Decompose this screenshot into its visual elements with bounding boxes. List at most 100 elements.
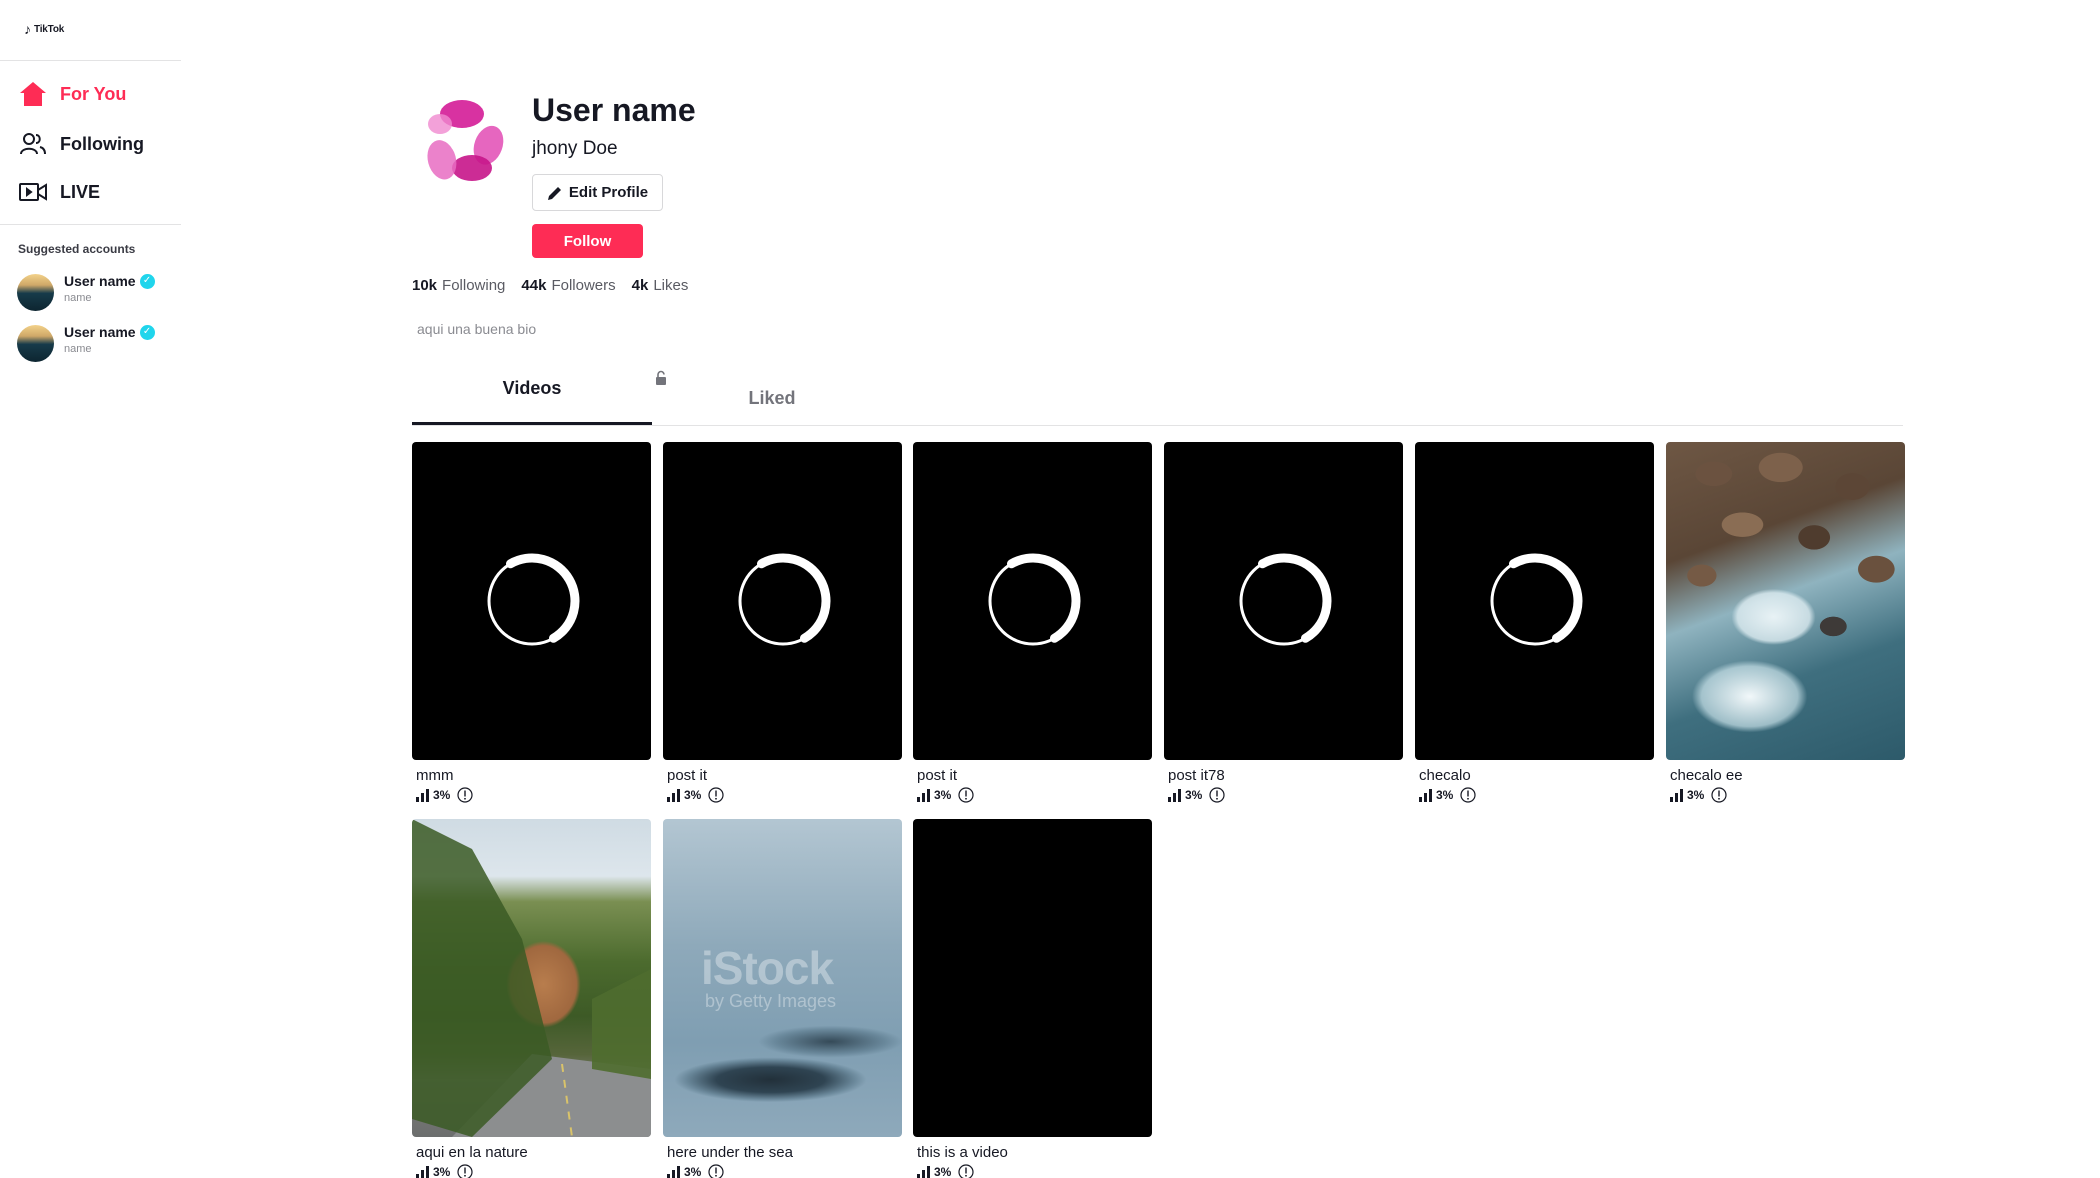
video-caption: here under the sea (667, 1144, 793, 1161)
views-bars-icon (667, 1165, 680, 1178)
video-thumbnail[interactable] (412, 819, 651, 1137)
image-watermark: iStock (701, 942, 834, 994)
video-caption: post it (667, 767, 708, 784)
info-icon[interactable] (708, 1164, 724, 1178)
suggested-account-handle: name (64, 292, 92, 304)
video-thumbnail[interactable] (913, 442, 1152, 760)
loading-spinner-icon (988, 553, 1080, 646)
info-icon[interactable] (708, 787, 724, 803)
nav-for-you-label: For You (60, 83, 127, 104)
profile-bio: aqui una buena bio (417, 321, 537, 337)
video-thumbnail[interactable] (913, 819, 1152, 1137)
stat-likes: 4k Likes (632, 277, 689, 294)
suggested-account[interactable]: User name ✓ name (17, 272, 155, 311)
video-caption: checalo ee (1670, 767, 1743, 784)
video-card[interactable]: this is a video 3% (913, 819, 1152, 1178)
loading-spinner-icon (487, 553, 579, 646)
stat-label: Likes (653, 277, 689, 294)
suggested-name-text: User name (64, 273, 136, 289)
info-icon[interactable] (1460, 787, 1476, 803)
nav-following[interactable]: Following (18, 129, 144, 159)
tiktok-note-icon: ♪ (24, 21, 31, 37)
sidebar-divider (0, 60, 181, 61)
views-bars-icon (416, 1165, 429, 1178)
stat-following[interactable]: 10k Following (412, 277, 505, 294)
video-card[interactable]: aqui en la nature 3% (412, 819, 651, 1178)
video-card[interactable]: iStock by Getty Images here under the sea 3… (663, 819, 902, 1178)
views-bars-icon (1670, 788, 1683, 802)
video-card[interactable]: checalo 3% (1415, 442, 1654, 803)
views-bars-icon (667, 788, 680, 802)
edit-profile-button[interactable]: Edit Profile (532, 174, 663, 211)
nav-live[interactable]: LIVE (18, 177, 100, 207)
suggested-name-text: User name (64, 324, 136, 340)
stat-label: Following (442, 277, 506, 294)
pencil-icon (547, 186, 561, 200)
video-thumbnail[interactable] (1164, 442, 1403, 760)
video-stat-value: 3% (684, 1165, 702, 1178)
stat-label: Followers (551, 277, 616, 294)
video-stats: 3% (1419, 787, 1654, 803)
video-stats: 3% (917, 787, 1152, 803)
loading-spinner-icon (738, 553, 830, 646)
sidebar-divider (0, 224, 181, 225)
video-caption: post it78 (1168, 767, 1225, 784)
avatar (17, 274, 54, 311)
loading-spinner-icon (1239, 553, 1331, 646)
info-icon[interactable] (457, 787, 473, 803)
stat-followers[interactable]: 44k Followers (521, 277, 615, 294)
tabs-divider (412, 425, 1903, 426)
views-bars-icon (917, 1165, 930, 1178)
video-stat-value: 3% (934, 788, 952, 802)
image-watermark-sub: by Getty Images (705, 991, 837, 1011)
avatar (17, 325, 54, 362)
profile-avatar (412, 92, 512, 192)
follow-button[interactable]: Follow (532, 224, 643, 258)
stat-value: 4k (631, 277, 649, 294)
video-thumbnail[interactable] (663, 442, 902, 760)
info-icon[interactable] (958, 787, 974, 803)
video-stat-value: 3% (1436, 788, 1454, 802)
video-thumbnail[interactable] (1666, 442, 1905, 760)
tab-videos[interactable]: Videos (412, 378, 652, 426)
video-card[interactable]: post it 3% (663, 442, 902, 803)
suggested-account-name: User name ✓ (64, 273, 155, 289)
loading-spinner-icon (1490, 553, 1582, 646)
info-icon[interactable] (1209, 787, 1225, 803)
nav-following-label: Following (60, 133, 144, 154)
video-card[interactable]: mmm 3% (412, 442, 651, 803)
suggested-account[interactable]: User name ✓ name (17, 323, 155, 362)
views-bars-icon (917, 788, 930, 802)
verified-badge-icon: ✓ (139, 273, 155, 289)
tiktok-logo[interactable]: ♪ TikTok (24, 22, 64, 36)
verified-badge-icon: ✓ (139, 324, 155, 340)
video-stat-value: 3% (934, 1165, 952, 1178)
info-icon[interactable] (958, 1164, 974, 1178)
video-card[interactable]: checalo ee 3% (1666, 442, 1905, 803)
video-card[interactable]: post it 3% (913, 442, 1152, 803)
video-caption: aqui en la nature (416, 1144, 528, 1161)
tab-liked[interactable]: Liked (652, 388, 892, 409)
video-thumbnail[interactable] (412, 442, 651, 760)
views-bars-icon (1419, 788, 1432, 802)
video-stat-value: 3% (433, 1165, 451, 1178)
stat-value: 44k (521, 277, 547, 294)
video-thumbnail[interactable]: iStock by Getty Images (663, 819, 902, 1137)
video-stats: 3% (416, 1164, 651, 1178)
video-card[interactable]: post it78 3% (1164, 442, 1403, 803)
video-stat-value: 3% (1687, 788, 1705, 802)
suggested-account-handle: name (64, 343, 92, 355)
video-thumbnail[interactable] (1415, 442, 1654, 760)
video-stats: 3% (416, 787, 651, 803)
profile-stats: 10k Following 44k Followers 4k Likes (412, 277, 688, 294)
sidebar: ♪ TikTok For You Following LIVE Suggeste… (0, 0, 181, 1178)
stat-value: 10k (412, 277, 438, 294)
home-icon (18, 79, 48, 109)
live-video-icon (18, 177, 48, 207)
info-icon[interactable] (457, 1164, 473, 1178)
video-caption: mmm (416, 767, 454, 784)
nav-for-you[interactable]: For You (18, 79, 126, 109)
video-caption: post it (917, 767, 958, 784)
logo-text: TikTok (34, 23, 65, 35)
info-icon[interactable] (1711, 787, 1727, 803)
